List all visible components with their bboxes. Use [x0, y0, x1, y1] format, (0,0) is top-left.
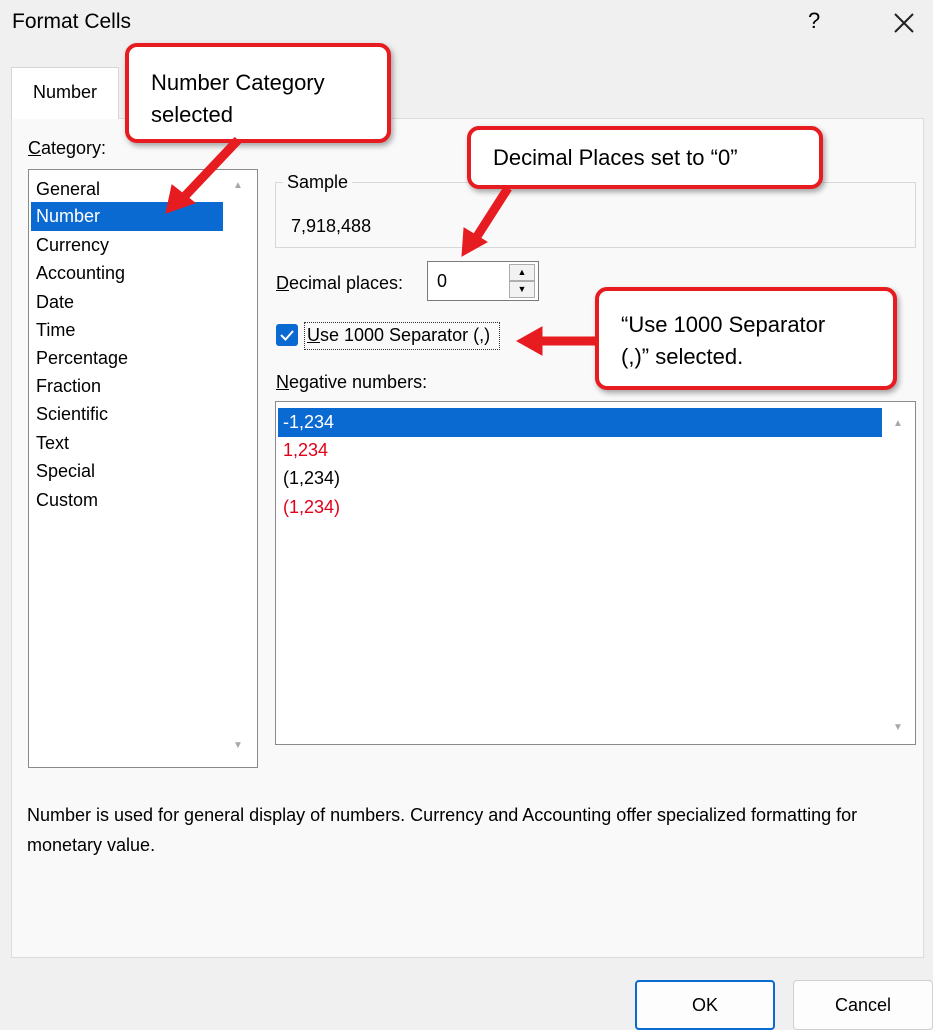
dialog-title: Format Cells — [12, 10, 132, 33]
category-callout-line1: Number Category — [151, 70, 325, 95]
category-item-scientific[interactable]: Scientific — [31, 400, 223, 429]
decimal-callout: Decimal Places set to “0” — [467, 126, 823, 189]
close-button[interactable] — [888, 4, 920, 40]
negative-item-red-parentheses[interactable]: (1,234) — [278, 493, 882, 522]
category-item-custom[interactable]: Custom — [31, 486, 223, 515]
negative-item-red[interactable]: 1,234 — [278, 436, 882, 465]
spin-down-icon[interactable]: ▼ — [509, 281, 535, 298]
category-item-date[interactable]: Date — [31, 288, 223, 317]
use-1000-separator-label[interactable]: Use 1000 Separator (,) — [307, 325, 490, 346]
scroll-up-icon[interactable]: ▲ — [893, 418, 903, 429]
category-item-number[interactable]: Number — [31, 202, 223, 231]
sample-label: Sample — [283, 172, 353, 193]
ok-button[interactable]: OK — [635, 980, 775, 1030]
category-item-percentage[interactable]: Percentage — [31, 344, 223, 373]
category-label: Category: — [28, 138, 107, 158]
category-description: Number is used for general display of nu… — [27, 805, 858, 855]
negative-item-parentheses[interactable]: (1,234) — [278, 464, 882, 493]
scroll-down-icon[interactable]: ▼ — [893, 722, 903, 733]
category-list[interactable]: General Number Currency Accounting Date … — [28, 169, 258, 768]
category-item-text[interactable]: Text — [31, 429, 223, 458]
separator-callout-line2: (,)” selected. — [621, 344, 744, 369]
tab-number[interactable]: Number — [11, 67, 119, 119]
category-item-time[interactable]: Time — [31, 316, 223, 345]
decimal-places-value: 0 — [437, 271, 448, 291]
scroll-down-icon[interactable]: ▼ — [233, 740, 243, 751]
decimal-places-label: Decimal places: — [276, 273, 404, 293]
use-1000-separator-checkbox[interactable] — [276, 324, 298, 346]
spin-up-icon[interactable]: ▲ — [509, 264, 535, 281]
category-item-fraction[interactable]: Fraction — [31, 372, 223, 401]
category-item-accounting[interactable]: Accounting — [31, 259, 223, 288]
separator-callout: “Use 1000 Separator (,)” selected. — [595, 287, 897, 390]
cancel-button[interactable]: Cancel — [793, 980, 933, 1030]
category-item-currency[interactable]: Currency — [31, 231, 223, 260]
help-button[interactable]: ? — [808, 8, 820, 34]
sample-group — [275, 182, 916, 248]
category-callout-line2: selected — [151, 102, 233, 127]
negative-item-minus[interactable]: -1,234 — [278, 408, 882, 437]
scroll-up-icon[interactable]: ▲ — [233, 180, 243, 191]
category-item-special[interactable]: Special — [31, 457, 223, 486]
negative-numbers-list[interactable]: -1,234 1,234 (1,234) (1,234) ▲ ▼ — [275, 401, 916, 745]
close-icon — [894, 13, 914, 33]
separator-callout-line1: “Use 1000 Separator — [621, 312, 826, 337]
negative-numbers-label: Negative numbers: — [276, 372, 428, 392]
category-item-general[interactable]: General — [31, 175, 223, 204]
category-callout: Number Category selected — [125, 43, 391, 143]
sample-value: 7,918,488 — [291, 216, 372, 236]
checkmark-icon — [280, 330, 294, 341]
decimal-callout-text: Decimal Places set to “0” — [493, 145, 738, 170]
